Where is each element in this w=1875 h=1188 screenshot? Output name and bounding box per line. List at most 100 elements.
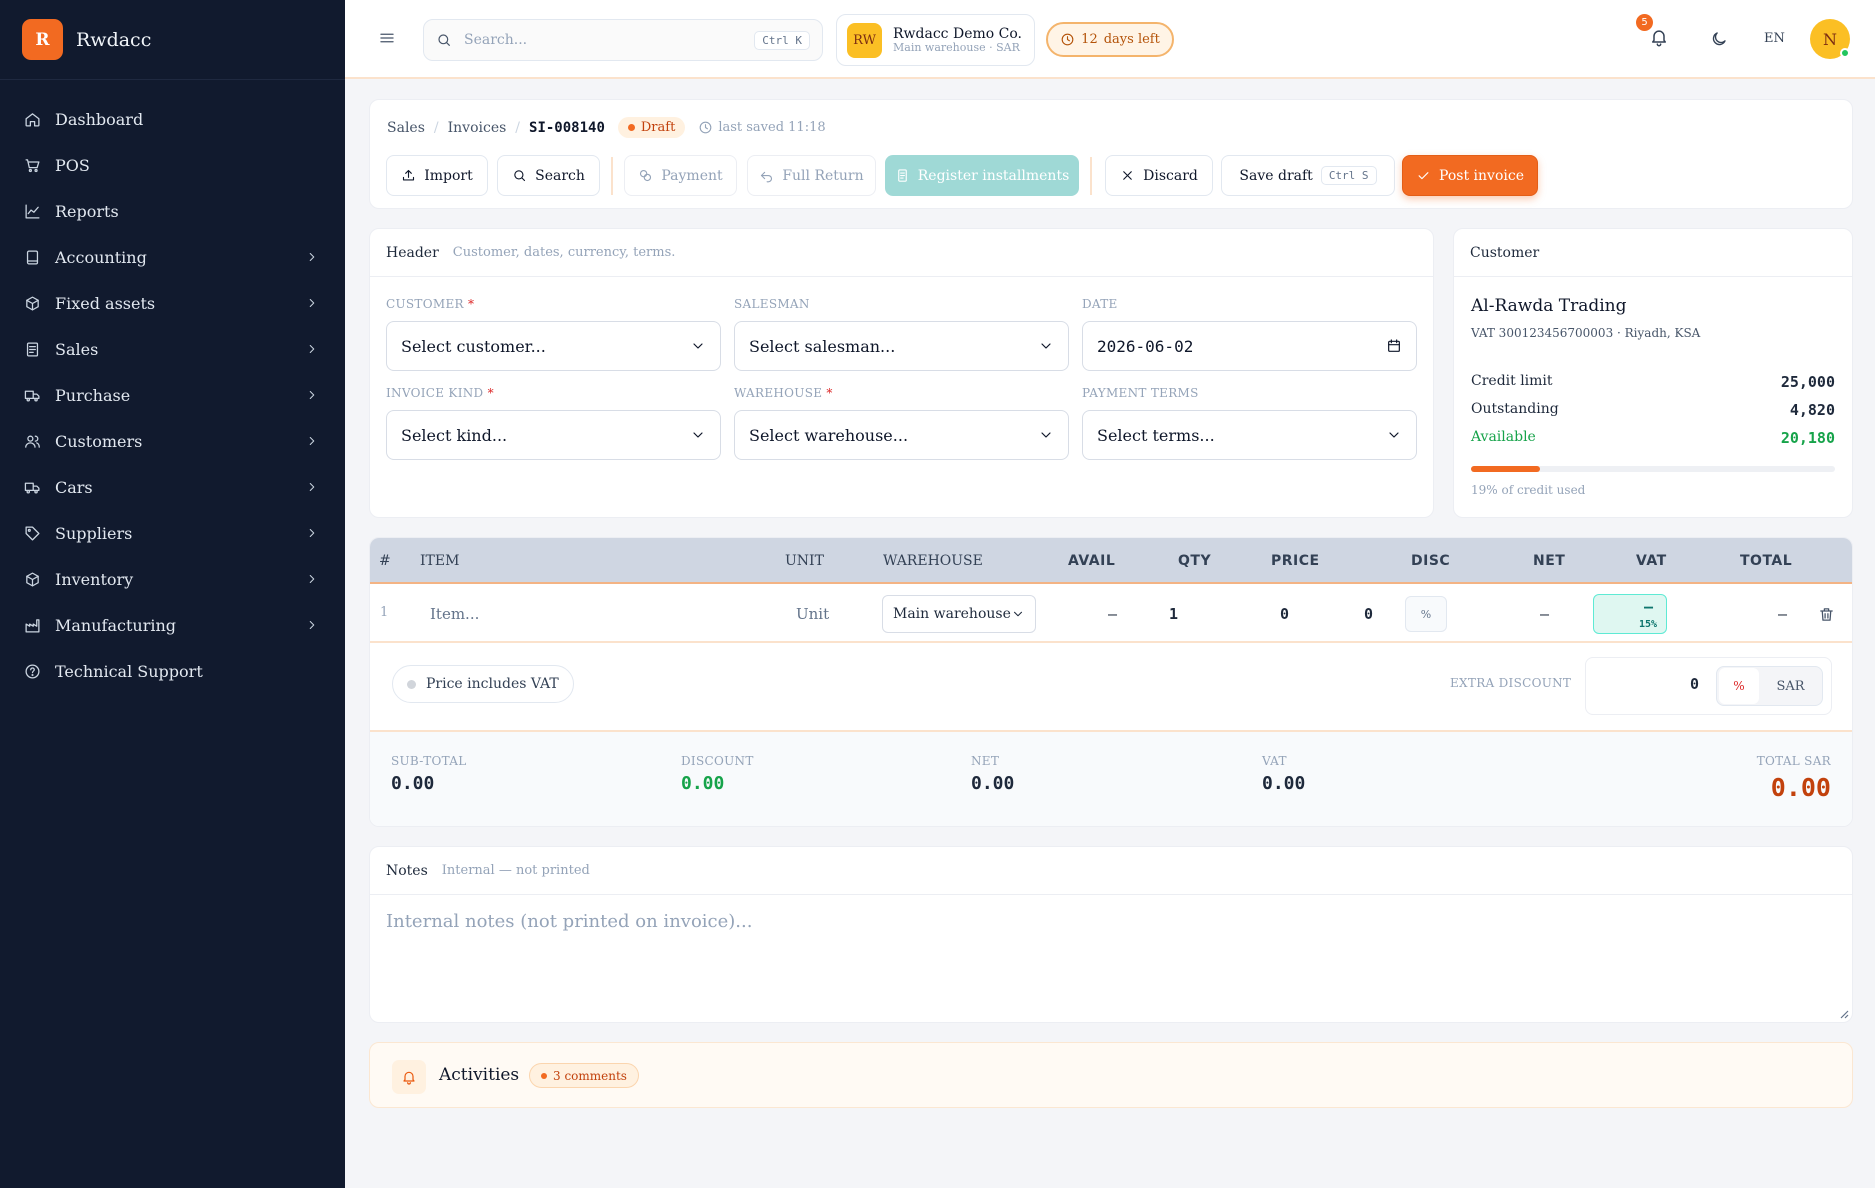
- resize-handle-icon[interactable]: [1839, 1009, 1849, 1019]
- notifications-button[interactable]: [1649, 27, 1669, 47]
- discard-button[interactable]: Discard: [1105, 155, 1213, 196]
- company-subtitle: Main warehouse · SAR: [893, 40, 1020, 54]
- invoice-action-bar: Sales / Invoices / SI-008140 Draft last …: [369, 99, 1853, 209]
- sidebar-item-suppliers[interactable]: Suppliers: [0, 510, 345, 556]
- outstanding-label: Outstanding: [1471, 401, 1559, 417]
- price-includes-vat-toggle[interactable]: Price includes VAT: [392, 665, 574, 703]
- chevron-down-icon: [693, 343, 703, 349]
- line-warehouse-value: Main warehouse: [893, 606, 1011, 622]
- full-return-button-label: Full Return: [782, 167, 864, 184]
- full-return-button[interactable]: Full Return: [747, 155, 876, 196]
- price-input[interactable]: 0: [1280, 605, 1289, 623]
- grand-total-value: 0.00: [1770, 773, 1831, 802]
- salesman-select[interactable]: Select salesman...: [734, 321, 1069, 371]
- sidebar-item-cars[interactable]: Cars: [0, 464, 345, 510]
- brand[interactable]: R Rwdacc: [0, 0, 345, 80]
- breadcrumb-sales[interactable]: Sales: [387, 120, 425, 136]
- notification-count-badge: 5: [1636, 14, 1653, 31]
- available-row: Available 20,180: [1471, 429, 1835, 447]
- truck-icon: [24, 482, 40, 494]
- comments-count: 3 comments: [553, 1068, 627, 1083]
- company-switcher[interactable]: RW Rwdacc Demo Co. Main warehouse · SAR: [836, 14, 1035, 66]
- delete-line-button[interactable]: [1818, 606, 1835, 623]
- save-draft-button[interactable]: Save draft Ctrl S: [1221, 155, 1395, 196]
- box-icon: [26, 571, 39, 587]
- bell-icon: [1652, 30, 1666, 47]
- extra-discount-percent-option[interactable]: %: [1719, 668, 1759, 704]
- sidebar-item-pos[interactable]: POS: [0, 142, 345, 188]
- subtotal-value: 0.00: [391, 773, 435, 794]
- column-header-disc: DISC: [1411, 553, 1451, 569]
- payment-terms-select[interactable]: Select terms...: [1082, 410, 1417, 460]
- customer-vat-line: VAT 300123456700003 · Riyadh, KSA: [1471, 326, 1701, 340]
- sidebar-item-label: Manufacturing: [55, 615, 176, 635]
- comments-badge[interactable]: 3 comments: [529, 1063, 639, 1088]
- sidebar-item-dashboard[interactable]: Dashboard: [0, 96, 345, 142]
- date-field-value: 2026-06-02: [1097, 336, 1194, 356]
- activities-title: Activities: [439, 1065, 520, 1085]
- sidebar-item-inventory[interactable]: Inventory: [0, 556, 345, 602]
- language-toggle[interactable]: EN: [1764, 31, 1785, 46]
- qty-input[interactable]: 1: [1169, 605, 1178, 623]
- column-header-unit: UNIT: [785, 553, 824, 569]
- grand-total-label: TOTAL SAR: [1756, 754, 1831, 768]
- date-field[interactable]: 2026-06-02: [1082, 321, 1417, 371]
- discount-type-toggle[interactable]: %: [1405, 596, 1447, 632]
- sidebar-item-manufacturing[interactable]: Manufacturing: [0, 602, 345, 648]
- sidebar-item-customers[interactable]: Customers: [0, 418, 345, 464]
- user-avatar[interactable]: N: [1810, 19, 1850, 59]
- unit-input[interactable]: Unit: [796, 605, 829, 623]
- breadcrumb-invoices[interactable]: Invoices: [448, 120, 507, 136]
- net-total-value: 0.00: [971, 773, 1015, 794]
- menu-icon: [380, 33, 394, 43]
- search-input[interactable]: Search... Ctrl K: [423, 19, 823, 61]
- post-invoice-button[interactable]: Post invoice: [1402, 155, 1538, 196]
- trash-icon: [1820, 608, 1833, 621]
- extra-discount-currency-option[interactable]: SAR: [1759, 679, 1822, 694]
- upload-icon: [403, 169, 415, 181]
- chevron-down-icon: [1041, 343, 1051, 349]
- price-includes-vat-label: Price includes VAT: [426, 676, 559, 692]
- invoice-kind-select[interactable]: Select kind...: [386, 410, 721, 460]
- payment-button[interactable]: Payment: [624, 155, 737, 196]
- company-name: Rwdacc Demo Co.: [893, 25, 1022, 42]
- save-draft-shortcut: Ctrl S: [1320, 166, 1377, 185]
- discount-input[interactable]: 0: [1364, 605, 1373, 623]
- sidebar-item-fixed-assets[interactable]: Fixed assets: [0, 280, 345, 326]
- sidebar-item-purchase[interactable]: Purchase: [0, 372, 345, 418]
- sidebar-item-reports[interactable]: Reports: [0, 188, 345, 234]
- customer-select[interactable]: Select customer...: [386, 321, 721, 371]
- column-header-number: #: [379, 553, 391, 569]
- payment-terms-value: Select terms...: [1097, 425, 1215, 445]
- credit-limit-label: Credit limit: [1471, 373, 1553, 389]
- sidebar-item-sales[interactable]: Sales: [0, 326, 345, 372]
- search-button[interactable]: Search: [497, 155, 600, 196]
- warehouse-select[interactable]: Select warehouse...: [734, 410, 1069, 460]
- sidebar-item-accounting[interactable]: Accounting: [0, 234, 345, 280]
- activities-section[interactable]: Activities 3 comments: [369, 1042, 1853, 1108]
- menu-toggle-button[interactable]: [378, 29, 396, 47]
- register-installments-label: Register installments: [917, 167, 1070, 184]
- chevron-right-icon: [309, 436, 315, 446]
- discount-total: DISCOUNT 0.00: [681, 754, 754, 794]
- truck-icon: [24, 390, 40, 402]
- register-installments-button[interactable]: Register installments: [885, 155, 1079, 196]
- vat-cell[interactable]: — 15%: [1593, 594, 1667, 634]
- notes-textarea[interactable]: Internal notes (not printed on invoice).…: [386, 911, 752, 932]
- sidebar: R Rwdacc Dashboard POS Reports Accountin…: [0, 0, 345, 1188]
- trial-badge[interactable]: 12 days left: [1046, 22, 1174, 57]
- available-label: Available: [1471, 429, 1536, 445]
- column-header-warehouse: WAREHOUSE: [883, 553, 983, 569]
- status-badge: Draft: [617, 117, 686, 138]
- section-header: Notes Internal — not printed: [370, 847, 1852, 895]
- sidebar-item-technical-support[interactable]: Technical Support: [0, 648, 345, 694]
- extra-discount-input[interactable]: 0: [1604, 675, 1699, 693]
- column-header-avail: AVAIL: [1068, 553, 1116, 569]
- theme-toggle-button[interactable]: [1710, 30, 1728, 48]
- line-warehouse-select[interactable]: Main warehouse: [882, 595, 1036, 633]
- receipt-icon: [26, 341, 39, 357]
- import-button[interactable]: Import: [386, 155, 488, 196]
- section-header: Header Customer, dates, currency, terms.: [370, 229, 1433, 277]
- item-input[interactable]: Item...: [430, 605, 479, 623]
- warehouse-label: WAREHOUSE *: [734, 386, 833, 400]
